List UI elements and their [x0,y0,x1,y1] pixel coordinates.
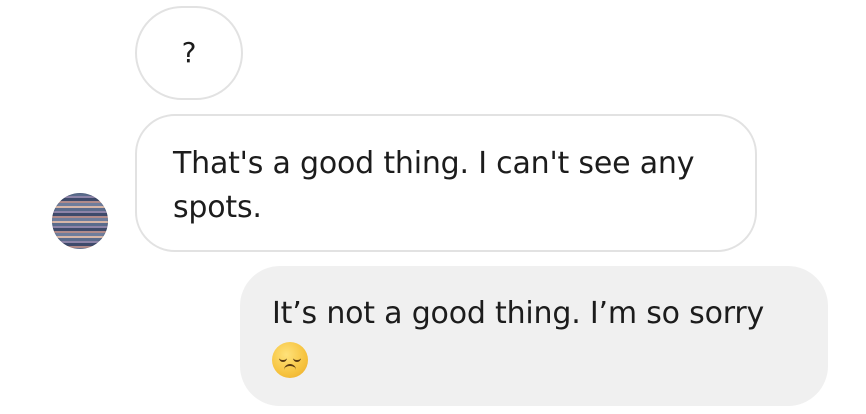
message-text: spots. [173,190,262,225]
sender-avatar[interactable] [52,193,108,249]
message-text: ? [181,36,197,69]
emoji-eye [279,356,287,362]
message-text: That's a good thing. I can't see any [173,146,695,181]
incoming-message-bubble[interactable]: ? [135,6,243,100]
disappointed-face-emoji-icon [272,341,308,378]
emoji-mouth [284,363,296,372]
emoji-eye [293,356,301,362]
outgoing-message-bubble[interactable]: It’s not a good thing. I’m so sorry [240,266,828,406]
message-text: It’s not a good thing. I’m so sorry [272,296,765,331]
incoming-message-bubble[interactable]: That's a good thing. I can't see any spo… [135,114,757,252]
